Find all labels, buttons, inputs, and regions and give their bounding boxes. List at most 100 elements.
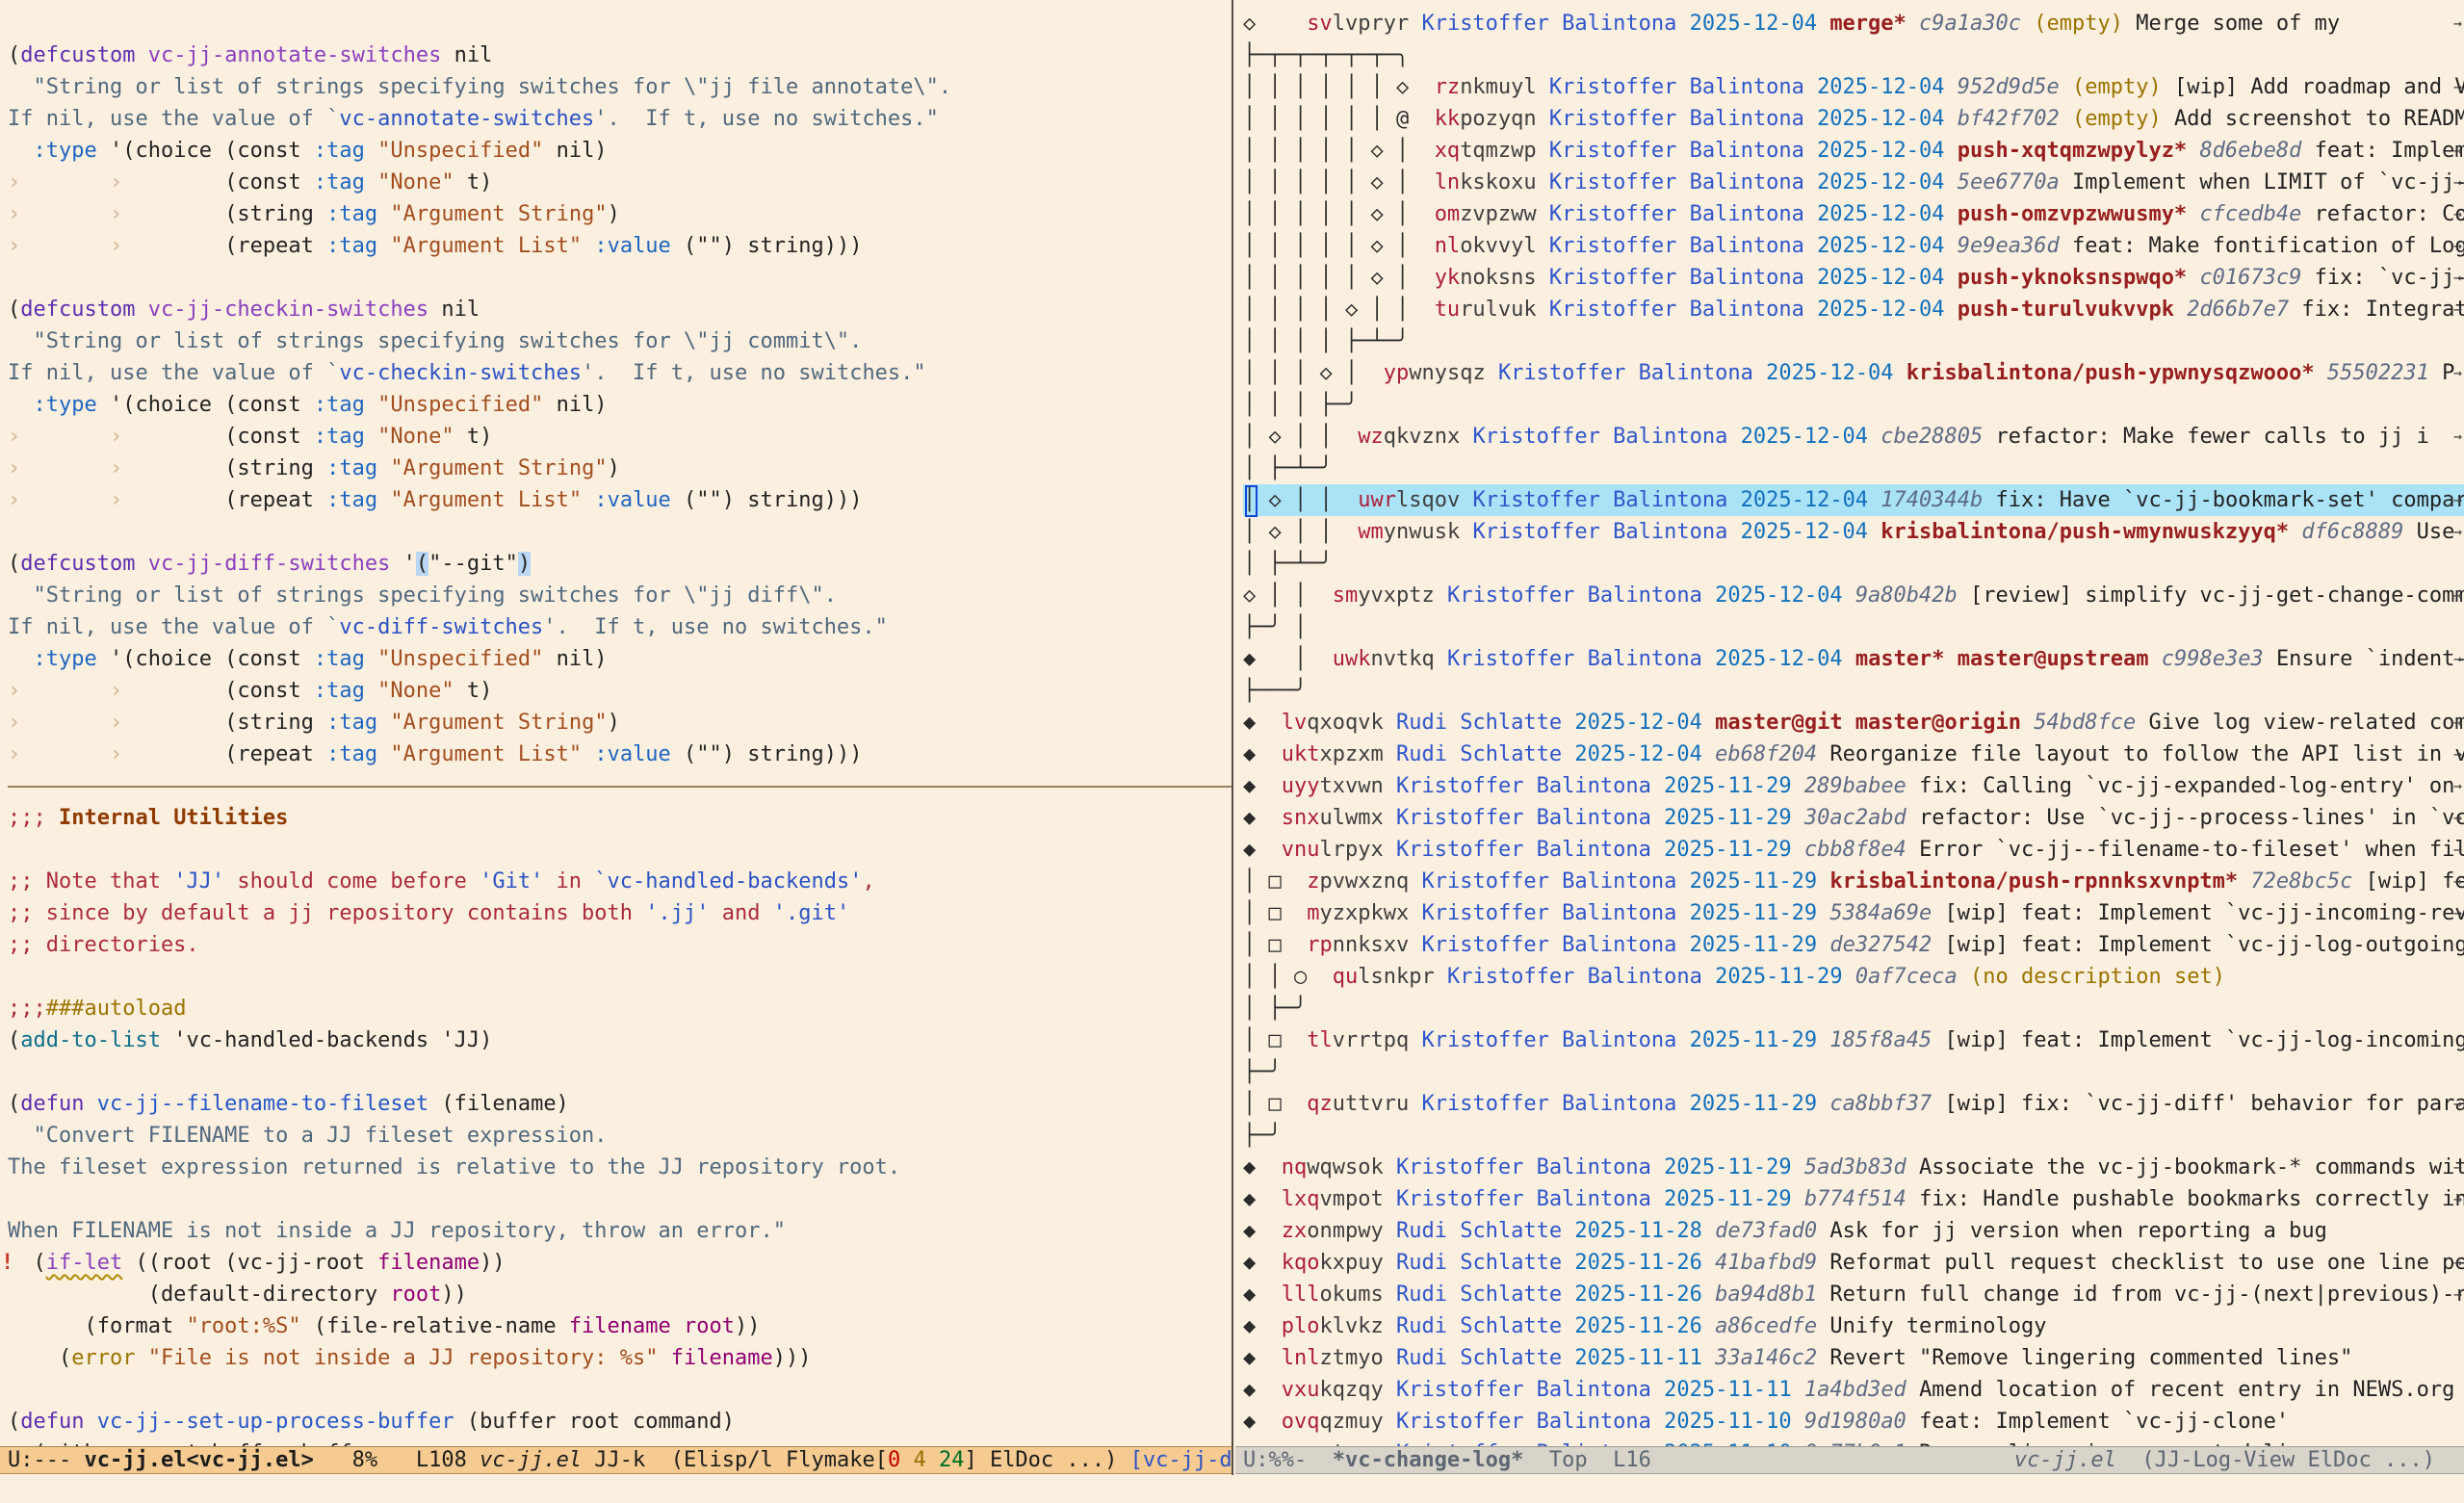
code-line[interactable]: When FILENAME is not inside a JJ reposit… [8, 1215, 1232, 1247]
log-row[interactable]: │ □ zpvwxznq Kristoffer Balintona 2025-1… [1243, 866, 2464, 897]
code-line[interactable]: :type '(choice (const :tag "Unspecified"… [8, 389, 1232, 421]
log-graph-row[interactable]: ├─╯ [1243, 1056, 2464, 1088]
log-window[interactable]: ◇ svlvpryr Kristoffer Balintona 2025-12-… [1233, 0, 2464, 1446]
log-row[interactable]: ◆ ploklvkz Rudi Schlatte 2025-11-26 a86c… [1243, 1310, 2464, 1342]
code-line[interactable] [8, 262, 1232, 294]
log-graph-row[interactable]: ├─┬─┬─┬─┬─┬─╮ [1243, 39, 2464, 71]
code-line[interactable] [8, 1056, 1232, 1088]
log-row[interactable]: ◇ │ │ smyvxptz Kristoffer Balintona 2025… [1243, 580, 2464, 611]
log-row[interactable]: │ │ │ │ │ ◇ │ omzvpzww Kristoffer Balint… [1243, 198, 2464, 230]
log-row[interactable]: ◆ kqokxpuy Rudi Schlatte 2025-11-26 41ba… [1243, 1247, 2464, 1279]
code-line[interactable]: (defun vc-jj--filename-to-fileset (filen… [8, 1088, 1232, 1120]
code-line[interactable]: ;; since by default a jj repository cont… [8, 897, 1232, 929]
log-graph-row[interactable]: ├─╯ [1243, 1120, 2464, 1152]
code-line[interactable]: "String or list of strings specifying sw… [8, 580, 1232, 611]
log-row[interactable]: ◆ vnulrpyx Kristoffer Balintona 2025-11-… [1243, 834, 2464, 866]
code-line[interactable]: (defcustom vc-jj-annotate-switches nil [8, 39, 1232, 71]
code-line[interactable] [8, 961, 1232, 993]
log-row[interactable]: │ │ │ │ │ ◇ │ nlokvvyl Kristoffer Balint… [1243, 230, 2464, 262]
code-buffer[interactable]: (defcustom vc-jj-annotate-switches nil "… [0, 0, 1232, 1446]
log-row[interactable]: │ │ ○ qulsnkpr Kristoffer Balintona 2025… [1243, 961, 2464, 993]
log-graph-row[interactable]: │ ├─┴─╯ [1243, 548, 2464, 580]
code-line[interactable]: › › (string :tag "Argument String") [8, 198, 1232, 230]
log-graph-row[interactable]: ├─╯ │ [1243, 611, 2464, 643]
log-buffer[interactable]: ◇ svlvpryr Kristoffer Balintona 2025-12-… [1233, 0, 2464, 1446]
code-line[interactable] [8, 8, 1232, 39]
code-line[interactable]: › › (repeat :tag "Argument List" :value … [8, 739, 1232, 770]
code-line[interactable] [8, 516, 1232, 548]
code-line[interactable] [8, 834, 1232, 866]
log-row[interactable]: ◆ uyytxvwn Kristoffer Balintona 2025-11-… [1243, 770, 2464, 802]
code-line[interactable]: › › (repeat :tag "Argument List" :value … [8, 484, 1232, 516]
code-line[interactable]: › › (repeat :tag "Argument List" :value … [8, 230, 1232, 262]
log-row[interactable]: ◆ nqwqwsok Kristoffer Balintona 2025-11-… [1243, 1152, 2464, 1183]
code-line[interactable]: › › (string :tag "Argument String") [8, 453, 1232, 484]
code-line[interactable]: :type '(choice (const :tag "Unspecified"… [8, 643, 1232, 675]
code-line[interactable]: "String or list of strings specifying sw… [8, 325, 1232, 357]
log-row[interactable]: │ ◇ │ │ uwrlsqov Kristoffer Balintona 20… [1243, 484, 2464, 516]
code-line[interactable]: › › (string :tag "Argument String") [8, 707, 1232, 739]
code-line[interactable] [8, 770, 1232, 802]
code-line[interactable]: (format "root:%S" (file-relative-name fi… [8, 1310, 1232, 1342]
log-row[interactable]: ◆ lvqxoqvk Rudi Schlatte 2025-12-04 mast… [1243, 707, 2464, 739]
log-row[interactable]: ◆ ovqqzmuy Kristoffer Balintona 2025-11-… [1243, 1406, 2464, 1438]
code-line[interactable]: (defcustom vc-jj-diff-switches '("--git"… [8, 548, 1232, 580]
log-row[interactable]: ◆ vxukqzqy Kristoffer Balintona 2025-11-… [1243, 1374, 2464, 1406]
code-line[interactable]: (error "File is not inside a JJ reposito… [8, 1342, 1232, 1374]
code-line[interactable]: (defcustom vc-jj-checkin-switches nil [8, 294, 1232, 325]
log-row[interactable]: │ │ │ │ │ ◇ │ yknoksns Kristoffer Balint… [1243, 262, 2464, 294]
log-row[interactable]: │ □ qzuttvru Kristoffer Balintona 2025-1… [1243, 1088, 2464, 1120]
code-line[interactable] [8, 1374, 1232, 1406]
log-row[interactable]: │ ◇ │ │ wmynwusk Kristoffer Balintona 20… [1243, 516, 2464, 548]
code-line[interactable]: › › (const :tag "None" t) [8, 167, 1232, 198]
modeline-inactive[interactable]: U:%%- *vc-change-log* Top L16vc-jj.el (J… [1235, 1446, 2464, 1474]
code-line[interactable]: (defun vc-jj--set-up-process-buffer (buf… [8, 1406, 1232, 1438]
code-line[interactable]: If nil, use the value of `vc-diff-switch… [8, 611, 1232, 643]
echo-area[interactable] [0, 1475, 2464, 1503]
code-line[interactable]: ;;;###autoload [8, 993, 1232, 1024]
log-row[interactable]: │ □ tlvrrtpq Kristoffer Balintona 2025-1… [1243, 1024, 2464, 1056]
log-row[interactable]: ◆ vqwytnuy Kristoffer Balintona 2025-11-… [1243, 1438, 2464, 1446]
code-window[interactable]: (defcustom vc-jj-annotate-switches nil "… [0, 0, 1232, 1446]
code-line[interactable]: › › (const :tag "None" t) [8, 675, 1232, 707]
buffer-name[interactable]: *vc-change-log* [1333, 1448, 1524, 1472]
code-line[interactable]: The fileset expression returned is relat… [8, 1152, 1232, 1183]
modeline-active[interactable]: U:--- vc-jj.el<vc-jj.el> 8% L108 vc-jj.e… [0, 1446, 1232, 1474]
code-line[interactable]: (with-current-buffer buffer [8, 1438, 1232, 1446]
minor-mode-indicator[interactable]: [vc-jj-diff-switches [1130, 1448, 1232, 1472]
code-line[interactable]: (add-to-list 'vc-handled-backends 'JJ) [8, 1024, 1232, 1056]
log-row[interactable]: ◆ snxulwmx Kristoffer Balintona 2025-11-… [1243, 802, 2464, 834]
log-graph-row[interactable]: │ ├─╯ [1243, 993, 2464, 1024]
log-row[interactable]: ◆ │ uwknvtkq Kristoffer Balintona 2025-1… [1243, 643, 2464, 675]
log-graph-row[interactable]: ├───╯ [1243, 675, 2464, 707]
log-row[interactable]: │ ◇ │ │ wzqkvznx Kristoffer Balintona 20… [1243, 421, 2464, 453]
code-line[interactable]: ;; Note that 'JJ' should come before 'Gi… [8, 866, 1232, 897]
log-row[interactable]: ◆ lllokums Rudi Schlatte 2025-11-26 ba94… [1243, 1279, 2464, 1310]
code-line[interactable]: ;; directories. [8, 929, 1232, 961]
code-line[interactable]: (default-directory root)) [8, 1279, 1232, 1310]
buffer-name[interactable]: vc-jj.el<vc-jj.el> [84, 1448, 313, 1472]
log-row[interactable]: │ │ │ ◇ │ ypwnysqz Kristoffer Balintona … [1243, 357, 2464, 389]
log-row[interactable]: ◆ lnlztmyo Rudi Schlatte 2025-11-11 33a1… [1243, 1342, 2464, 1374]
log-row[interactable]: │ │ │ │ │ │ @ kkpozyqn Kristoffer Balint… [1243, 103, 2464, 135]
log-graph-row[interactable]: │ │ │ ├─╯ [1243, 389, 2464, 421]
log-row[interactable]: ◇ svlvpryr Kristoffer Balintona 2025-12-… [1243, 8, 2464, 39]
log-row[interactable]: ◆ lxqvmpot Kristoffer Balintona 2025-11-… [1243, 1183, 2464, 1215]
code-line[interactable] [8, 1183, 1232, 1215]
log-row[interactable]: ◆ uktxpzxm Rudi Schlatte 2025-12-04 eb68… [1243, 739, 2464, 770]
log-row[interactable]: ◆ zxonmpwy Rudi Schlatte 2025-11-28 de73… [1243, 1215, 2464, 1247]
code-line[interactable]: "String or list of strings specifying sw… [8, 71, 1232, 103]
log-graph-row[interactable]: │ │ │ │ ├─┴─╯ [1243, 325, 2464, 357]
code-line[interactable]: ;;; Internal Utilities [8, 802, 1232, 834]
code-line[interactable]: › › (const :tag "None" t) [8, 421, 1232, 453]
code-line[interactable]: If nil, use the value of `vc-annotate-sw… [8, 103, 1232, 135]
code-line[interactable]: :type '(choice (const :tag "Unspecified"… [8, 135, 1232, 167]
code-line[interactable]: If nil, use the value of `vc-checkin-swi… [8, 357, 1232, 389]
log-graph-row[interactable]: │ ├─┴─╯ [1243, 453, 2464, 484]
code-line[interactable]: ! (if-let ((root (vc-jj-root filename)) [8, 1247, 1232, 1279]
log-row[interactable]: │ □ rpnnksxv Kristoffer Balintona 2025-1… [1243, 929, 2464, 961]
log-row[interactable]: │ □ myzxpkwx Kristoffer Balintona 2025-1… [1243, 897, 2464, 929]
log-row[interactable]: │ │ │ │ │ ◇ │ xqtqmzwp Kristoffer Balint… [1243, 135, 2464, 167]
log-row[interactable]: │ │ │ │ │ ◇ │ lnkskoxu Kristoffer Balint… [1243, 167, 2464, 198]
log-row[interactable]: │ │ │ │ ◇ │ │ turulvuk Kristoffer Balint… [1243, 294, 2464, 325]
